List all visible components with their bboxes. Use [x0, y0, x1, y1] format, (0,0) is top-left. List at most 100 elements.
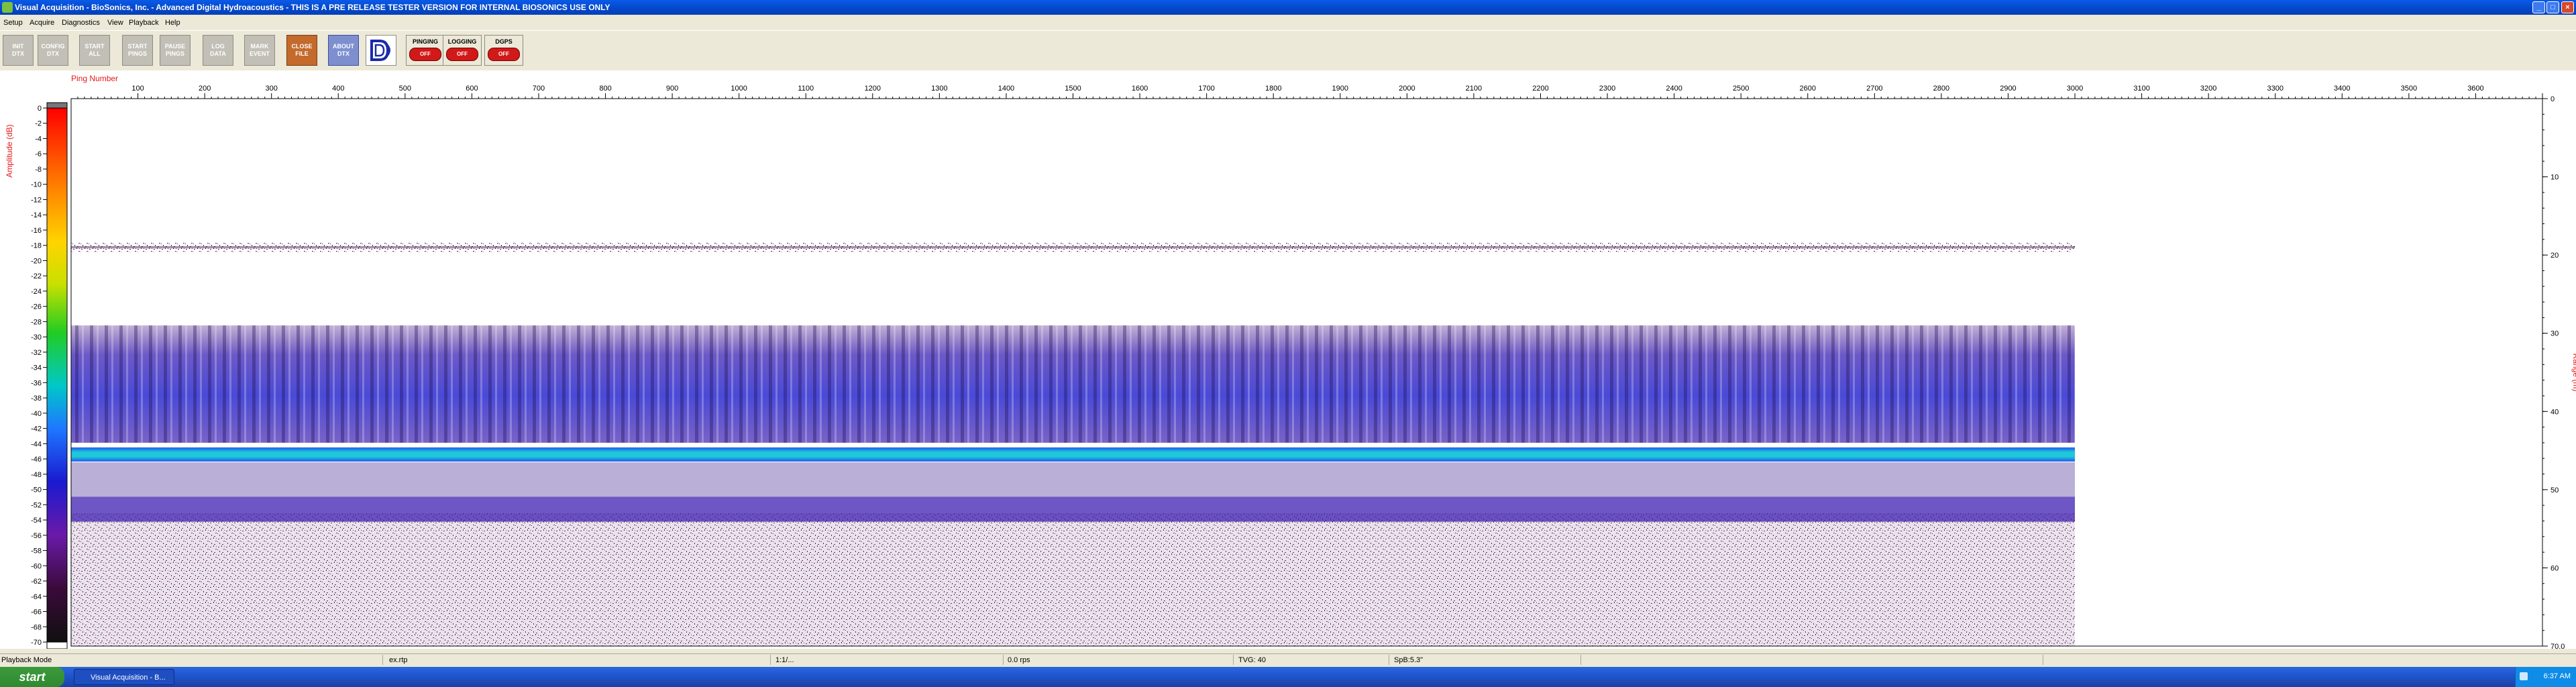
colorscale-tick-label: -14: [31, 211, 42, 219]
x-tick-label: 2500: [1733, 85, 1749, 93]
colorscale-tick-label: -2: [35, 120, 42, 128]
range-axis-title: Range (m): [2571, 354, 2576, 392]
x-tick-label: 3200: [2200, 85, 2216, 93]
button-label: CONFIG: [41, 43, 65, 50]
x-tick-label: 2800: [1933, 85, 1949, 93]
colorscale-bar: [46, 107, 68, 643]
echogram-area: 100 200 300 400 500 600 700 800 900 1000 1100 1200 1…: [0, 70, 2576, 649]
button-label: DTX: [12, 50, 24, 57]
colorscale-tick-label: -52: [31, 501, 42, 509]
x-tick-label: 3000: [2067, 85, 2083, 93]
status-divider: [1580, 655, 1581, 665]
colorscale-tick-label: -4: [35, 135, 42, 143]
button-label: LOG: [211, 43, 225, 50]
minimize-button[interactable]: _: [2532, 1, 2545, 13]
network-icon[interactable]: [2520, 672, 2528, 680]
x-tick-label: 1400: [998, 85, 1014, 93]
x-tick-label: 400: [332, 85, 344, 93]
logging-state: OFF: [446, 48, 478, 61]
range-tick-label: 40: [2551, 408, 2559, 416]
clock: 6:37 AM: [2543, 672, 2571, 680]
range-tick-label: 70.0: [2551, 643, 2565, 649]
range-tick-label: 20: [2551, 252, 2559, 260]
biosonics-logo-icon[interactable]: [366, 35, 396, 66]
colorscale-tick-label: -32: [31, 349, 42, 357]
menu-help[interactable]: Help: [165, 19, 180, 27]
colorscale-tick-label: -48: [31, 471, 42, 479]
status-bar: Playback Mode ex.rtp 1:1/... 0.0 rps TVG…: [0, 653, 2576, 666]
menu-bar: Setup Acquire Diagnostics View Playback …: [0, 15, 2576, 30]
log-data-button[interactable]: LOG DATA: [203, 35, 233, 66]
second-layer-band: [71, 496, 2076, 522]
button-label: ABOUT: [333, 43, 354, 50]
x-tick-label: 1600: [1132, 85, 1148, 93]
colorscale-tick-label: -6: [35, 150, 42, 158]
colorscale-tick-label: -12: [31, 196, 42, 204]
status-mode: Playback Mode: [1, 656, 52, 664]
x-tick-label: 800: [599, 85, 611, 93]
x-tick-label: 2900: [2000, 85, 2016, 93]
colorscale-tick-label: -60: [31, 562, 42, 570]
range-tick-label: 50: [2551, 486, 2559, 494]
x-tick-label: 2100: [1466, 85, 1482, 93]
colorscale-tick-label: -26: [31, 303, 42, 311]
fish-layer-texture: [71, 325, 2076, 443]
button-label: EVENT: [249, 50, 270, 57]
button-label: PAUSE: [164, 43, 186, 50]
button-label: INIT: [12, 43, 24, 50]
x-tick-label: 1900: [1332, 85, 1348, 93]
colorscale-tick-label: -58: [31, 547, 42, 556]
start-pings-button[interactable]: START PINGS: [122, 35, 153, 66]
toolbar: INIT DTX CONFIG DTX START ALL START PINGS PA…: [0, 30, 2576, 71]
button-label: FILE: [295, 50, 309, 57]
colorscale-tick-label: -64: [31, 593, 42, 601]
amplitude-axis-title: Amplitude (dB): [5, 124, 14, 177]
menu-acquire[interactable]: Acquire: [30, 19, 54, 27]
range-tick-label: 0: [2551, 95, 2555, 103]
button-label: CLOSE: [291, 43, 313, 50]
menu-view[interactable]: View: [107, 19, 123, 27]
start-all-button[interactable]: START ALL: [79, 35, 110, 66]
colorscale-tick-label: -50: [31, 486, 42, 494]
status-divider: [1003, 655, 1004, 665]
button-label: MARK: [250, 43, 269, 50]
x-tick-label: 600: [466, 85, 478, 93]
menu-setup[interactable]: Setup: [3, 19, 23, 27]
menu-diagnostics[interactable]: Diagnostics: [62, 19, 100, 27]
x-tick-label: 1500: [1065, 85, 1081, 93]
x-tick-label: 2300: [1599, 85, 1615, 93]
maximize-button[interactable]: □: [2546, 1, 2559, 13]
dgps-state: OFF: [488, 48, 520, 61]
logging-label: LOGGING: [447, 38, 477, 45]
config-dtx-button[interactable]: CONFIG DTX: [38, 35, 68, 66]
status-rate: 0.0 rps: [1008, 656, 1030, 664]
colorscale-tick-label: -36: [31, 379, 42, 387]
pause-pings-button[interactable]: PAUSE PINGS: [160, 35, 191, 66]
colorscale-tick-label: -62: [31, 578, 42, 586]
menu-playback[interactable]: Playback: [129, 19, 159, 27]
x-tick-label: 100: [131, 85, 144, 93]
mark-event-button[interactable]: MARK EVENT: [244, 35, 275, 66]
taskbar-item-visual-acquisition[interactable]: Visual Acquisition - B...: [74, 669, 174, 685]
colorscale-tick-label: -42: [31, 425, 42, 433]
colorscale-tick-label: -66: [31, 609, 42, 617]
button-label: PINGS: [127, 50, 147, 57]
init-dtx-button[interactable]: INIT DTX: [3, 35, 34, 66]
x-tick-label: 1700: [1198, 85, 1214, 93]
window-title: Visual Acquisition - BioSonics, Inc. - A…: [15, 3, 610, 12]
app-icon: [2, 2, 13, 13]
colorscale-tick-label: -18: [31, 242, 42, 250]
colorscale-header: [46, 102, 68, 109]
about-dtx-button[interactable]: ABOUT DTX: [328, 35, 359, 66]
background-noise-tint: [71, 513, 2076, 646]
x-tick-label: 3500: [2401, 85, 2417, 93]
colorscale-tick-label: -34: [31, 364, 42, 372]
close-window-button[interactable]: ×: [2561, 1, 2574, 13]
colorscale-footer: [46, 641, 68, 649]
start-button[interactable]: start: [0, 667, 64, 687]
x-axis-title: Ping Number: [71, 74, 118, 83]
status-divider: [382, 655, 383, 665]
status-ping: 1:1/...: [775, 656, 794, 664]
x-tick-label: 1300: [931, 85, 947, 93]
close-file-button[interactable]: CLOSE FILE: [286, 35, 317, 66]
